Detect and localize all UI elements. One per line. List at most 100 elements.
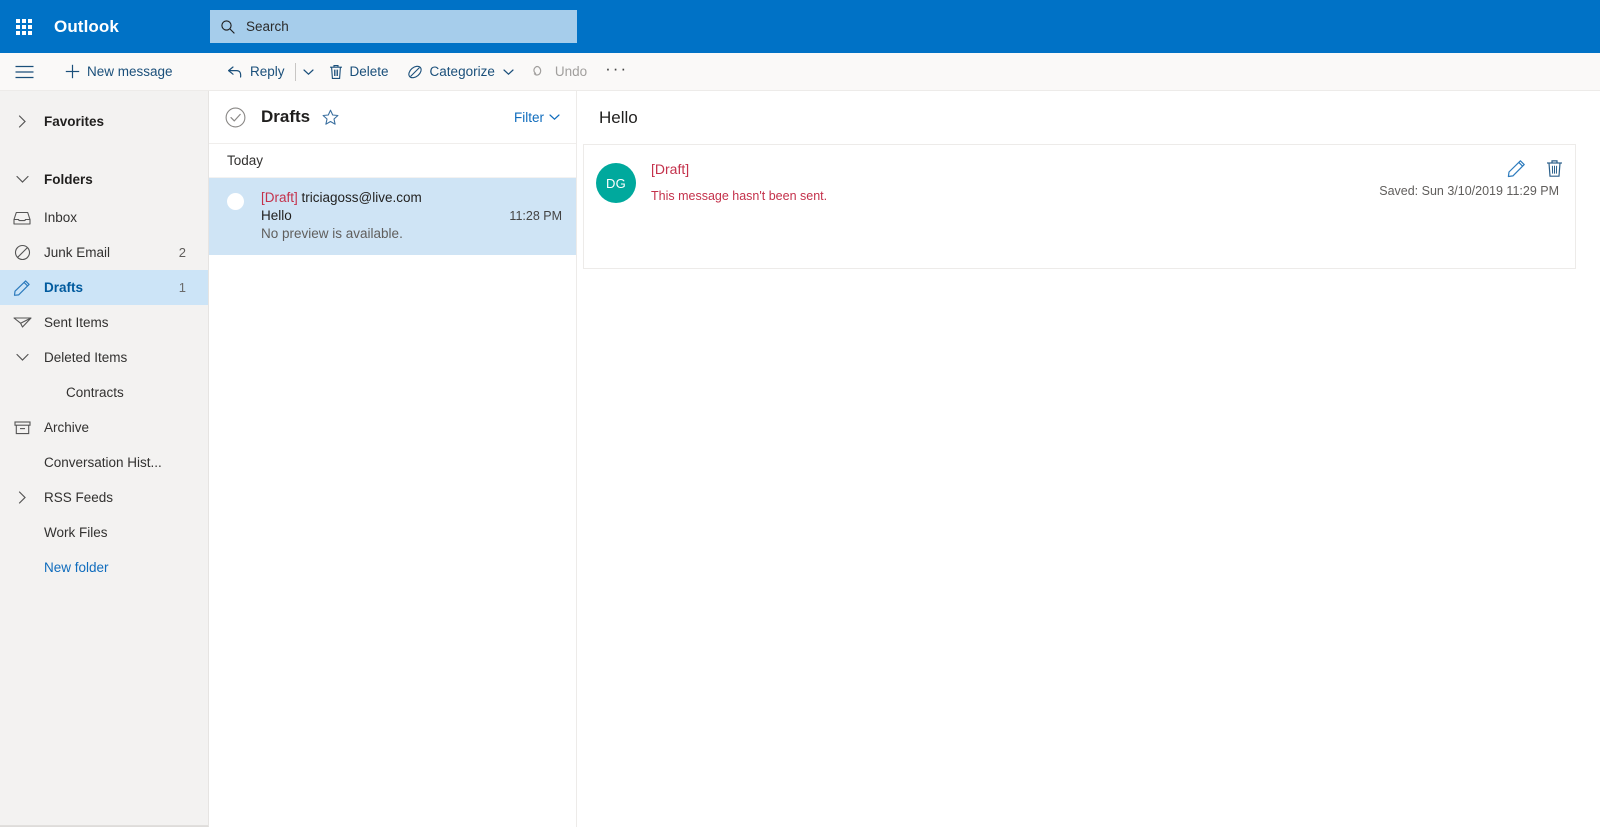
sidebar-item-archive-label: Archive: [44, 420, 90, 435]
sidebar-item-drafts-label: Drafts: [44, 280, 84, 295]
message-card-body: [Draft] This message hasn't been sent.: [636, 161, 1557, 252]
avatar: DG: [596, 163, 636, 203]
message-subject: Hello: [261, 208, 292, 223]
search-box[interactable]: [210, 10, 577, 43]
filter-label: Filter: [514, 109, 544, 125]
menu-toggle-button[interactable]: [0, 53, 48, 91]
undo-label: Undo: [554, 64, 588, 79]
categorize-label: Categorize: [429, 64, 495, 79]
sidebar-item-rss-feeds[interactable]: RSS Feeds: [0, 480, 208, 515]
undo-arrow-icon: [533, 65, 542, 76]
categorize-button[interactable]: Categorize: [398, 53, 523, 91]
sidebar-item-deleted-items[interactable]: Deleted Items: [0, 340, 208, 375]
plus-icon: [65, 64, 80, 79]
more-options-label: ···: [605, 58, 629, 78]
sidebar-item-deleted-items-label: Deleted Items: [44, 350, 128, 365]
message-card-actions: [1507, 159, 1563, 178]
saved-timestamp: Saved: Sun 3/10/2019 11:29 PM: [1379, 184, 1559, 198]
sidebar-item-work-files[interactable]: Work Files: [0, 515, 208, 550]
message-list-header: Drafts Filter: [209, 91, 576, 144]
chevron-down-icon: [503, 68, 514, 75]
sidebar-item-work-files-label: Work Files: [44, 525, 108, 540]
message-card: DG [Draft] This message hasn't been sent…: [583, 144, 1576, 269]
message-sender-line: [Draft] triciagoss@live.com: [261, 190, 562, 205]
pin-folder-button[interactable]: [322, 109, 339, 126]
delete-label: Delete: [349, 64, 389, 79]
sidebar-group-favorites-label: Favorites: [44, 113, 105, 129]
read-status-column: [209, 190, 261, 241]
message-list-pane: Drafts Filter Today [Draft] triciagoss@l…: [209, 91, 577, 827]
message-list-item[interactable]: [Draft] triciagoss@live.com Hello 11:28 …: [209, 178, 576, 255]
reply-label: Reply: [250, 64, 285, 79]
archive-box-icon: [0, 420, 44, 436]
sidebar-group-folders[interactable]: Folders: [0, 158, 208, 200]
sidebar-item-drafts[interactable]: Drafts 1: [0, 270, 208, 305]
message-timestamp: 11:28 PM: [509, 209, 562, 223]
hamburger-icon: [15, 65, 33, 78]
waffle-grid-icon: [16, 18, 32, 35]
new-message-button[interactable]: New message: [56, 53, 182, 91]
app-header: Outlook: [0, 0, 1600, 53]
reply-button[interactable]: Reply: [218, 53, 294, 91]
sidebar-item-conversation-history-label: Conversation Hist...: [44, 455, 162, 470]
sidebar-item-contracts-label: Contracts: [66, 385, 124, 400]
sidebar-item-contracts[interactable]: Contracts: [0, 375, 208, 410]
more-options-button[interactable]: ···: [596, 53, 637, 91]
delete-draft-button[interactable]: [1546, 159, 1563, 178]
reply-options-button[interactable]: [297, 53, 320, 91]
command-toolbar: New message Reply Delete Categorize Undo…: [0, 53, 1600, 91]
sidebar-bottom-divider: [0, 825, 208, 826]
chevron-down-icon: [0, 353, 44, 362]
message-sender: triciagoss@live.com: [301, 190, 422, 205]
unread-dot[interactable]: [226, 193, 244, 210]
filter-button[interactable]: Filter: [514, 110, 560, 125]
undo-button[interactable]: Undo: [523, 53, 596, 91]
message-actions-group: Reply Delete Categorize Undo ···: [218, 53, 637, 91]
search-input[interactable]: [246, 14, 546, 39]
sidebar-group-favorites[interactable]: Favorites: [0, 101, 208, 141]
edit-draft-button[interactable]: [1507, 159, 1526, 178]
message-preview: No preview is available.: [261, 226, 403, 241]
pencil-icon: [1507, 160, 1525, 178]
draft-tag: [Draft]: [261, 190, 298, 205]
sidebar-item-sent-items[interactable]: Sent Items: [0, 305, 208, 340]
sidebar-item-junk-email[interactable]: Junk Email 2: [0, 235, 208, 270]
sidebar-item-rss-feeds-label: RSS Feeds: [44, 490, 114, 505]
reply-arrow-icon: [228, 65, 242, 78]
message-list-title: Drafts: [261, 107, 311, 126]
pencil-icon: [0, 279, 44, 297]
sidebar-item-inbox-label: Inbox: [44, 210, 78, 225]
trash-icon: [329, 64, 342, 79]
chevron-down-icon: [0, 175, 44, 184]
toolbar-divider: [294, 62, 296, 81]
block-circle-icon: [0, 244, 44, 261]
app-launcher-button[interactable]: [0, 0, 48, 53]
delete-button[interactable]: Delete: [320, 53, 398, 91]
sidebar-item-conversation-history[interactable]: Conversation Hist...: [0, 445, 208, 480]
sidebar-item-sent-items-label: Sent Items: [44, 315, 109, 330]
new-message-label: New message: [87, 64, 173, 79]
message-item-body: [Draft] triciagoss@live.com Hello 11:28 …: [261, 190, 562, 241]
main-layout: Favorites Folders Inbox Junk Email 2 Dra…: [0, 91, 1600, 827]
check-circle-icon: [225, 107, 245, 127]
new-folder-button[interactable]: New folder: [0, 550, 208, 585]
inbox-icon: [0, 210, 44, 226]
folder-sidebar: Favorites Folders Inbox Junk Email 2 Dra…: [0, 91, 209, 827]
sidebar-item-archive[interactable]: Archive: [0, 410, 208, 445]
new-folder-label: New folder: [44, 560, 109, 575]
search-icon: [221, 19, 235, 34]
reading-pane-subject: Hello: [599, 107, 638, 127]
star-outline-icon: [322, 109, 339, 125]
message-subject-line: Hello 11:28 PM: [261, 208, 562, 223]
sidebar-item-junk-email-label: Junk Email: [44, 245, 111, 260]
chevron-right-icon: [0, 491, 44, 504]
sidebar-item-drafts-count: 1: [178, 280, 186, 295]
brand-title[interactable]: Outlook: [54, 17, 119, 37]
message-draft-tag: [Draft]: [651, 161, 690, 177]
sidebar-item-inbox[interactable]: Inbox: [0, 200, 208, 235]
select-all-button[interactable]: [209, 107, 261, 128]
chevron-down-icon: [549, 114, 560, 121]
chevron-down-icon: [302, 68, 314, 75]
reading-pane: Hello DG [Draft] This message hasn't bee…: [577, 91, 1600, 827]
chevron-right-icon: [0, 114, 44, 128]
